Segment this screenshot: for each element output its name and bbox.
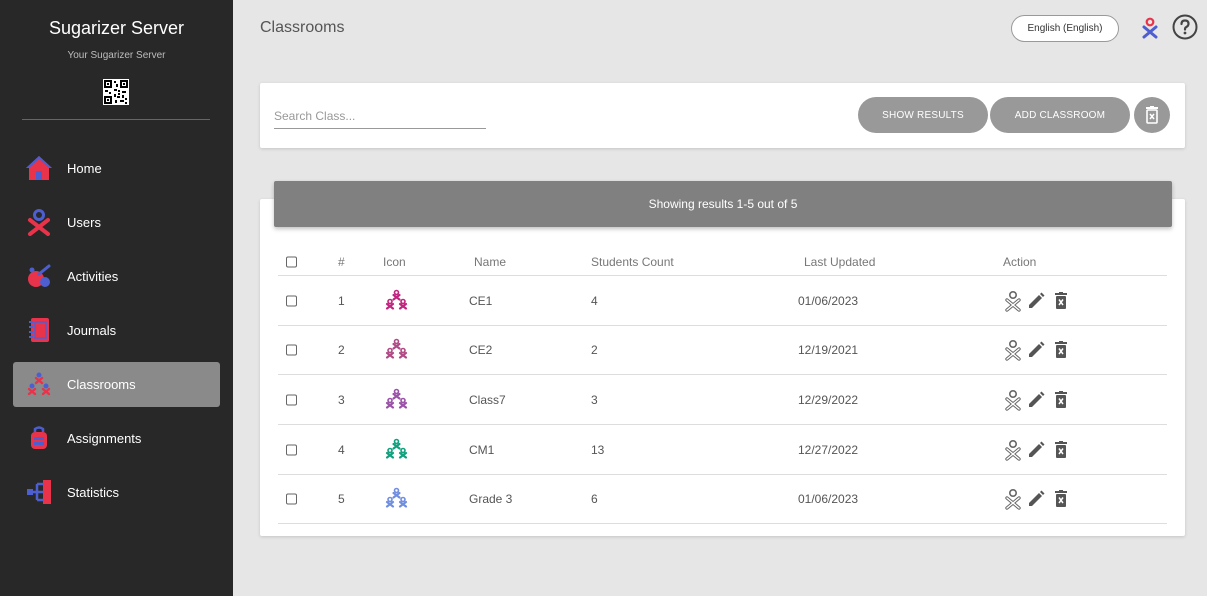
edit-icon[interactable] — [1026, 339, 1046, 361]
delete-icon[interactable] — [1051, 339, 1071, 361]
sidebar-item-label: Activities — [67, 269, 119, 284]
row-checkbox[interactable] — [286, 444, 297, 455]
view-students-icon[interactable] — [1003, 439, 1023, 461]
row-students-count: 13 — [591, 442, 605, 457]
row-students-count: 2 — [591, 342, 598, 357]
header-name[interactable]: Name — [474, 255, 506, 269]
language-button[interactable]: English (English) — [1011, 15, 1119, 42]
header-icon: Icon — [383, 254, 406, 269]
sidebar-item-activities[interactable]: Activities — [13, 254, 220, 299]
row-number: 3 — [338, 392, 345, 407]
show-results-button[interactable]: SHOW RESULTS — [858, 97, 988, 133]
row-name: CE1 — [469, 293, 493, 308]
table-row: 1 CE1 4 01/06/2023 — [278, 276, 1167, 326]
view-students-icon[interactable] — [1003, 389, 1023, 411]
row-checkbox[interactable] — [286, 394, 297, 405]
sidebar-item-label: Users — [67, 215, 101, 230]
view-students-icon[interactable] — [1003, 339, 1023, 361]
results-banner: Showing results 1-5 out of 5 — [274, 181, 1172, 227]
row-checkbox[interactable] — [286, 493, 297, 504]
classroom-icon — [27, 372, 51, 396]
edit-icon[interactable] — [1026, 488, 1046, 510]
sidebar-item-label: Statistics — [67, 485, 120, 500]
classroom-icon — [385, 388, 408, 409]
classroom-icon — [385, 438, 408, 459]
add-classroom-button[interactable]: ADD CLASSROOM — [990, 97, 1130, 133]
journal-icon — [29, 318, 49, 342]
statistics-icon — [27, 480, 51, 504]
row-last-updated: 12/27/2022 — [798, 442, 859, 457]
sidebar-item-classrooms[interactable]: Classrooms — [13, 362, 220, 407]
table-row: 4 CM1 13 12/27/2022 — [278, 425, 1167, 475]
delete-selected-button[interactable] — [1134, 97, 1170, 133]
row-number: 5 — [338, 491, 345, 506]
row-last-updated: 12/19/2021 — [798, 342, 859, 357]
header-num: # — [338, 254, 345, 269]
table-row: 3 Class7 3 12/29/2022 — [278, 375, 1167, 425]
row-number: 2 — [338, 342, 345, 357]
brand-title: Sugarizer Server — [48, 18, 185, 38]
select-all-checkbox[interactable] — [286, 256, 297, 267]
row-checkbox[interactable] — [286, 295, 297, 306]
row-students-count: 4 — [591, 293, 598, 308]
sidebar-divider — [22, 119, 210, 120]
row-name: CM1 — [469, 442, 495, 457]
row-last-updated: 01/06/2023 — [798, 293, 859, 308]
help-icon[interactable] — [1172, 14, 1198, 40]
row-students-count: 3 — [591, 392, 598, 407]
search-input[interactable] — [274, 103, 486, 129]
sidebar-item-users[interactable]: Users — [13, 200, 220, 245]
delete-icon[interactable] — [1051, 290, 1071, 312]
delete-icon[interactable] — [1051, 488, 1071, 510]
row-students-count: 6 — [591, 491, 598, 506]
table-header: # Icon Name Students Count Last Updated … — [278, 248, 1167, 276]
brand-subtitle: Your Sugarizer Server — [67, 50, 166, 61]
edit-icon[interactable] — [1026, 389, 1046, 411]
sidebar-item-label: Classrooms — [67, 377, 136, 392]
activities-icon — [28, 264, 51, 287]
sidebar-item-label: Home — [67, 161, 102, 176]
sidebar-item-assignments[interactable]: Assignments — [13, 416, 220, 461]
row-last-updated: 12/29/2022 — [798, 392, 859, 407]
header-students-count[interactable]: Students Count — [591, 255, 674, 269]
row-last-updated: 01/06/2023 — [798, 491, 859, 506]
account-icon[interactable] — [1140, 17, 1160, 39]
table-row: 5 Grade 3 6 01/06/2023 — [278, 474, 1167, 524]
table-row: 2 CE2 2 12/19/2021 — [278, 325, 1167, 375]
page-title: Classrooms — [260, 19, 345, 36]
sidebar-item-label: Journals — [67, 323, 117, 338]
view-students-icon[interactable] — [1003, 290, 1023, 312]
sidebar: Sugarizer Server Your Sugarizer Server H… — [0, 0, 233, 596]
row-number: 1 — [338, 293, 345, 308]
row-name: CE2 — [469, 342, 493, 357]
search-card: SHOW RESULTS ADD CLASSROOM — [260, 83, 1185, 148]
classroom-icon — [385, 289, 408, 310]
edit-icon[interactable] — [1026, 290, 1046, 312]
header-last-updated[interactable]: Last Updated — [804, 255, 875, 269]
edit-icon[interactable] — [1026, 439, 1046, 461]
home-icon — [26, 156, 52, 180]
classroom-icon — [385, 487, 408, 508]
delete-icon[interactable] — [1051, 439, 1071, 461]
sidebar-item-label: Assignments — [67, 431, 142, 446]
row-number: 4 — [338, 442, 345, 457]
row-name: Class7 — [469, 392, 506, 407]
sidebar-item-journals[interactable]: Journals — [13, 308, 220, 353]
classroom-icon — [385, 338, 408, 359]
row-name: Grade 3 — [469, 491, 513, 506]
row-checkbox[interactable] — [286, 344, 297, 355]
header-action: Action — [1003, 254, 1037, 269]
sidebar-item-home[interactable]: Home — [13, 146, 220, 191]
delete-icon[interactable] — [1051, 389, 1071, 411]
assignment-icon — [31, 426, 47, 449]
trash-icon — [1146, 106, 1158, 124]
user-icon — [28, 209, 50, 236]
qr-code-icon — [103, 79, 129, 105]
view-students-icon[interactable] — [1003, 488, 1023, 510]
sidebar-item-statistics[interactable]: Statistics — [13, 470, 220, 515]
